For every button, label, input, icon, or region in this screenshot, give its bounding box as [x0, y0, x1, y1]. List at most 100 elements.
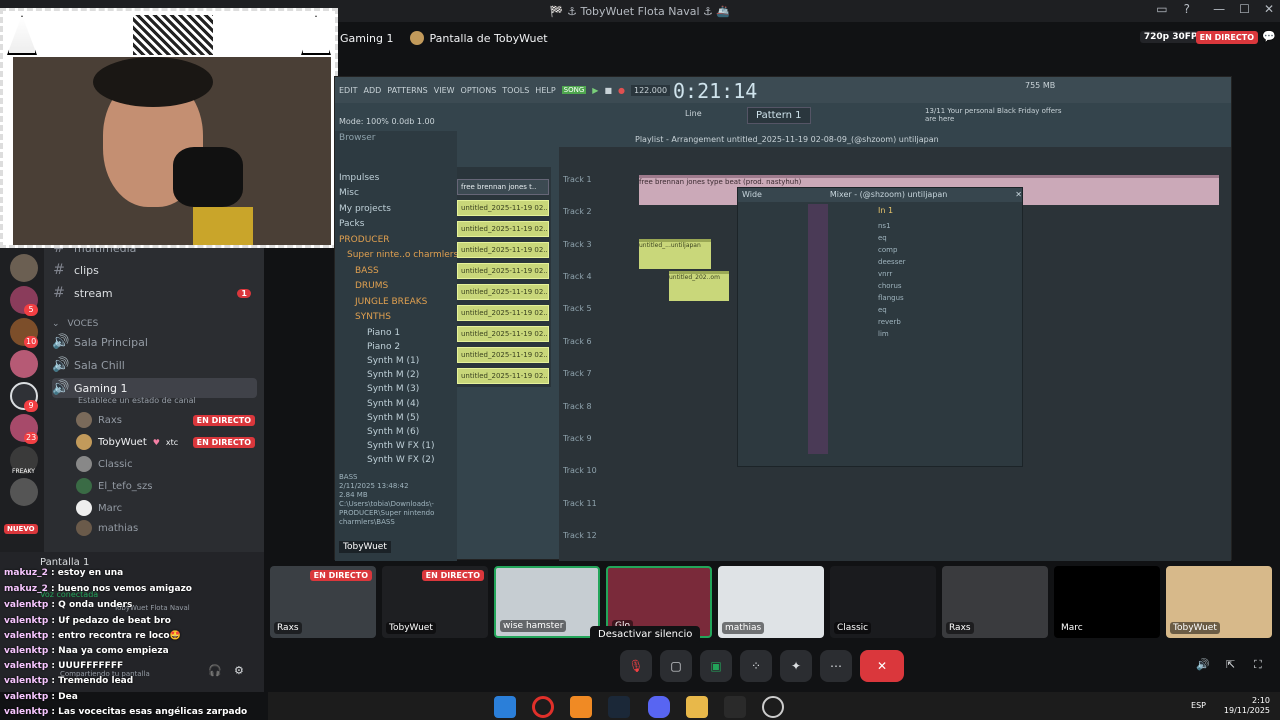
fx-slot[interactable]: eq [878, 234, 1008, 242]
voice-user[interactable]: Classic [76, 454, 261, 474]
pattern-item[interactable]: untitled_2025-11-19 02.. [457, 263, 549, 279]
browser-file[interactable]: Piano 2 [367, 342, 400, 352]
browser-file[interactable]: Synth M (4) [367, 399, 419, 409]
play-icon[interactable]: ▶ [592, 86, 598, 95]
participant-tile[interactable]: EN DIRECTO Raxs [270, 566, 376, 638]
unmute-button[interactable]: 🎙 [620, 650, 652, 682]
track-label[interactable]: Track 2 [563, 207, 592, 216]
mixer-track-selected[interactable] [808, 204, 828, 454]
voice-user[interactable]: El_tefo_szs [76, 476, 261, 496]
track-label[interactable]: Track 3 [563, 240, 592, 249]
camera-button[interactable]: ▢ [660, 650, 692, 682]
menu-patterns[interactable]: PATTERNS [387, 86, 427, 95]
maximize-button[interactable]: ☐ [1239, 2, 1250, 16]
fx-slot[interactable]: reverb [878, 318, 1008, 326]
voice-user[interactable]: Marc [76, 498, 261, 518]
browser-file[interactable]: Synth W FX (1) [367, 441, 435, 451]
channel-clips[interactable]: # clips [52, 260, 257, 280]
disconnect-button[interactable]: ✕ [860, 650, 904, 682]
track-label[interactable]: Track 12 [563, 531, 597, 540]
pattern-item[interactable]: untitled_2025-11-19 02.. [457, 242, 549, 258]
close-icon[interactable]: ✕ [1015, 188, 1022, 202]
fx-slot[interactable]: deesser [878, 258, 1008, 266]
activities-button[interactable]: ⁘ [740, 650, 772, 682]
soundboard-button[interactable]: ✦ [780, 650, 812, 682]
server-icon[interactable] [10, 478, 38, 506]
menu-tools[interactable]: TOOLS [502, 86, 529, 95]
menu-edit[interactable]: EDIT [339, 86, 357, 95]
track-label[interactable]: Track 10 [563, 466, 597, 475]
stop-icon[interactable]: ■ [604, 86, 612, 95]
menu-options[interactable]: OPTIONS [461, 86, 497, 95]
track-label[interactable]: Track 4 [563, 272, 592, 281]
popout-icon[interactable]: ⇱ [1226, 658, 1235, 671]
browser-item[interactable]: Packs [339, 219, 364, 229]
steam-icon[interactable] [608, 696, 630, 718]
browser-file[interactable]: Synth M (1) [367, 356, 419, 366]
browser-file[interactable]: Synth M (2) [367, 370, 419, 380]
vscode-icon[interactable] [494, 696, 516, 718]
pattern-item[interactable]: untitled_2025-11-19 02.. [457, 305, 549, 321]
participant-tile[interactable]: Classic [830, 566, 936, 638]
browser-item[interactable]: Impulses [339, 173, 379, 183]
epic-games-icon[interactable] [724, 696, 746, 718]
screen-share-button[interactable]: ▣ [700, 650, 732, 682]
track-label[interactable]: Track 8 [563, 402, 592, 411]
record-icon[interactable]: ● [618, 86, 625, 95]
browser-file[interactable]: Synth W FX (2) [367, 455, 435, 465]
menu-help[interactable]: HELP [535, 86, 555, 95]
track-label[interactable]: Track 11 [563, 499, 597, 508]
volume-icon[interactable]: 🔊 [1196, 658, 1210, 671]
pattern-item[interactable]: untitled_2025-11-19 02.. [457, 347, 549, 363]
voice-user[interactable]: TobyWuet ♥ xtc EN DIRECTO [76, 432, 261, 452]
browser-file[interactable]: Synth M (5) [367, 413, 419, 423]
voice-user[interactable]: Raxs EN DIRECTO [76, 410, 261, 430]
fx-slot[interactable]: lim [878, 330, 1008, 338]
browser-file[interactable]: Piano 1 [367, 328, 400, 338]
voice-category[interactable]: ⌄ VOCES [52, 314, 257, 334]
participant-tile[interactable]: Raxs [942, 566, 1048, 638]
pattern-item[interactable]: untitled_2025-11-19 02.. [457, 284, 549, 300]
fx-slot[interactable]: chorus [878, 282, 1008, 290]
opera-icon[interactable] [532, 696, 554, 718]
fullscreen-icon[interactable]: ⛶ [1254, 658, 1262, 672]
fx-slot[interactable]: vnrr [878, 270, 1008, 278]
browser-folder[interactable]: SYNTHS [355, 312, 391, 322]
file-explorer-icon[interactable] [686, 696, 708, 718]
fl-studio-icon[interactable] [570, 696, 592, 718]
browser-folder[interactable]: DRUMS [355, 281, 388, 291]
close-button[interactable]: ✕ [1264, 2, 1274, 16]
pattern-item[interactable]: untitled_2025-11-19 02.. [457, 200, 549, 216]
help-icon[interactable]: ? [1184, 2, 1190, 16]
news-panel[interactable]: 13/11 Your personal Black Friday offers … [925, 107, 1065, 123]
clock[interactable]: 2:10 19/11/2025 [1224, 696, 1270, 716]
minimize-button[interactable]: — [1213, 2, 1225, 16]
server-icon[interactable] [10, 254, 38, 282]
participant-tile[interactable]: mathias [718, 566, 824, 638]
discord-icon[interactable] [648, 696, 670, 718]
channel-status[interactable]: Establece un estado de canal [78, 396, 196, 405]
voice-channel-sala-principal[interactable]: 🔊 Sala Principal [52, 332, 257, 352]
participant-tile[interactable]: wise hamster [494, 566, 600, 638]
mixer-mode[interactable]: Wide [742, 188, 762, 202]
track-label[interactable]: Track 1 [563, 175, 592, 184]
audio-clip[interactable]: untitled_...untiljapan [639, 239, 711, 269]
browser-folder[interactable]: BASS [355, 266, 379, 276]
channel-stream[interactable]: # stream 1 [52, 283, 257, 303]
voice-channel-sala-chill[interactable]: 🔊 Sala Chill [52, 355, 257, 375]
fx-slot[interactable]: eq [878, 306, 1008, 314]
more-button[interactable]: ⋯ [820, 650, 852, 682]
fx-slot[interactable]: flangus [878, 294, 1008, 302]
pattern-item[interactable]: untitled_2025-11-19 02.. [457, 221, 549, 237]
bpm-display[interactable]: 122.000 [630, 84, 671, 96]
browser-file[interactable]: Synth M (3) [367, 384, 419, 394]
pattern-selector[interactable]: Pattern 1 [747, 107, 811, 124]
browser-folder[interactable]: PRODUCER [339, 235, 390, 245]
browser-item[interactable]: My projects [339, 204, 391, 214]
track-label[interactable]: Track 5 [563, 304, 592, 313]
audio-clip[interactable]: untitled_202..om [669, 271, 729, 301]
track-label[interactable]: Track 7 [563, 369, 592, 378]
mode-select[interactable]: Line [685, 109, 702, 118]
voice-channel-gaming-1[interactable]: 🔊 Gaming 1 [52, 378, 257, 398]
fx-slot[interactable]: ns1 [878, 222, 1008, 230]
